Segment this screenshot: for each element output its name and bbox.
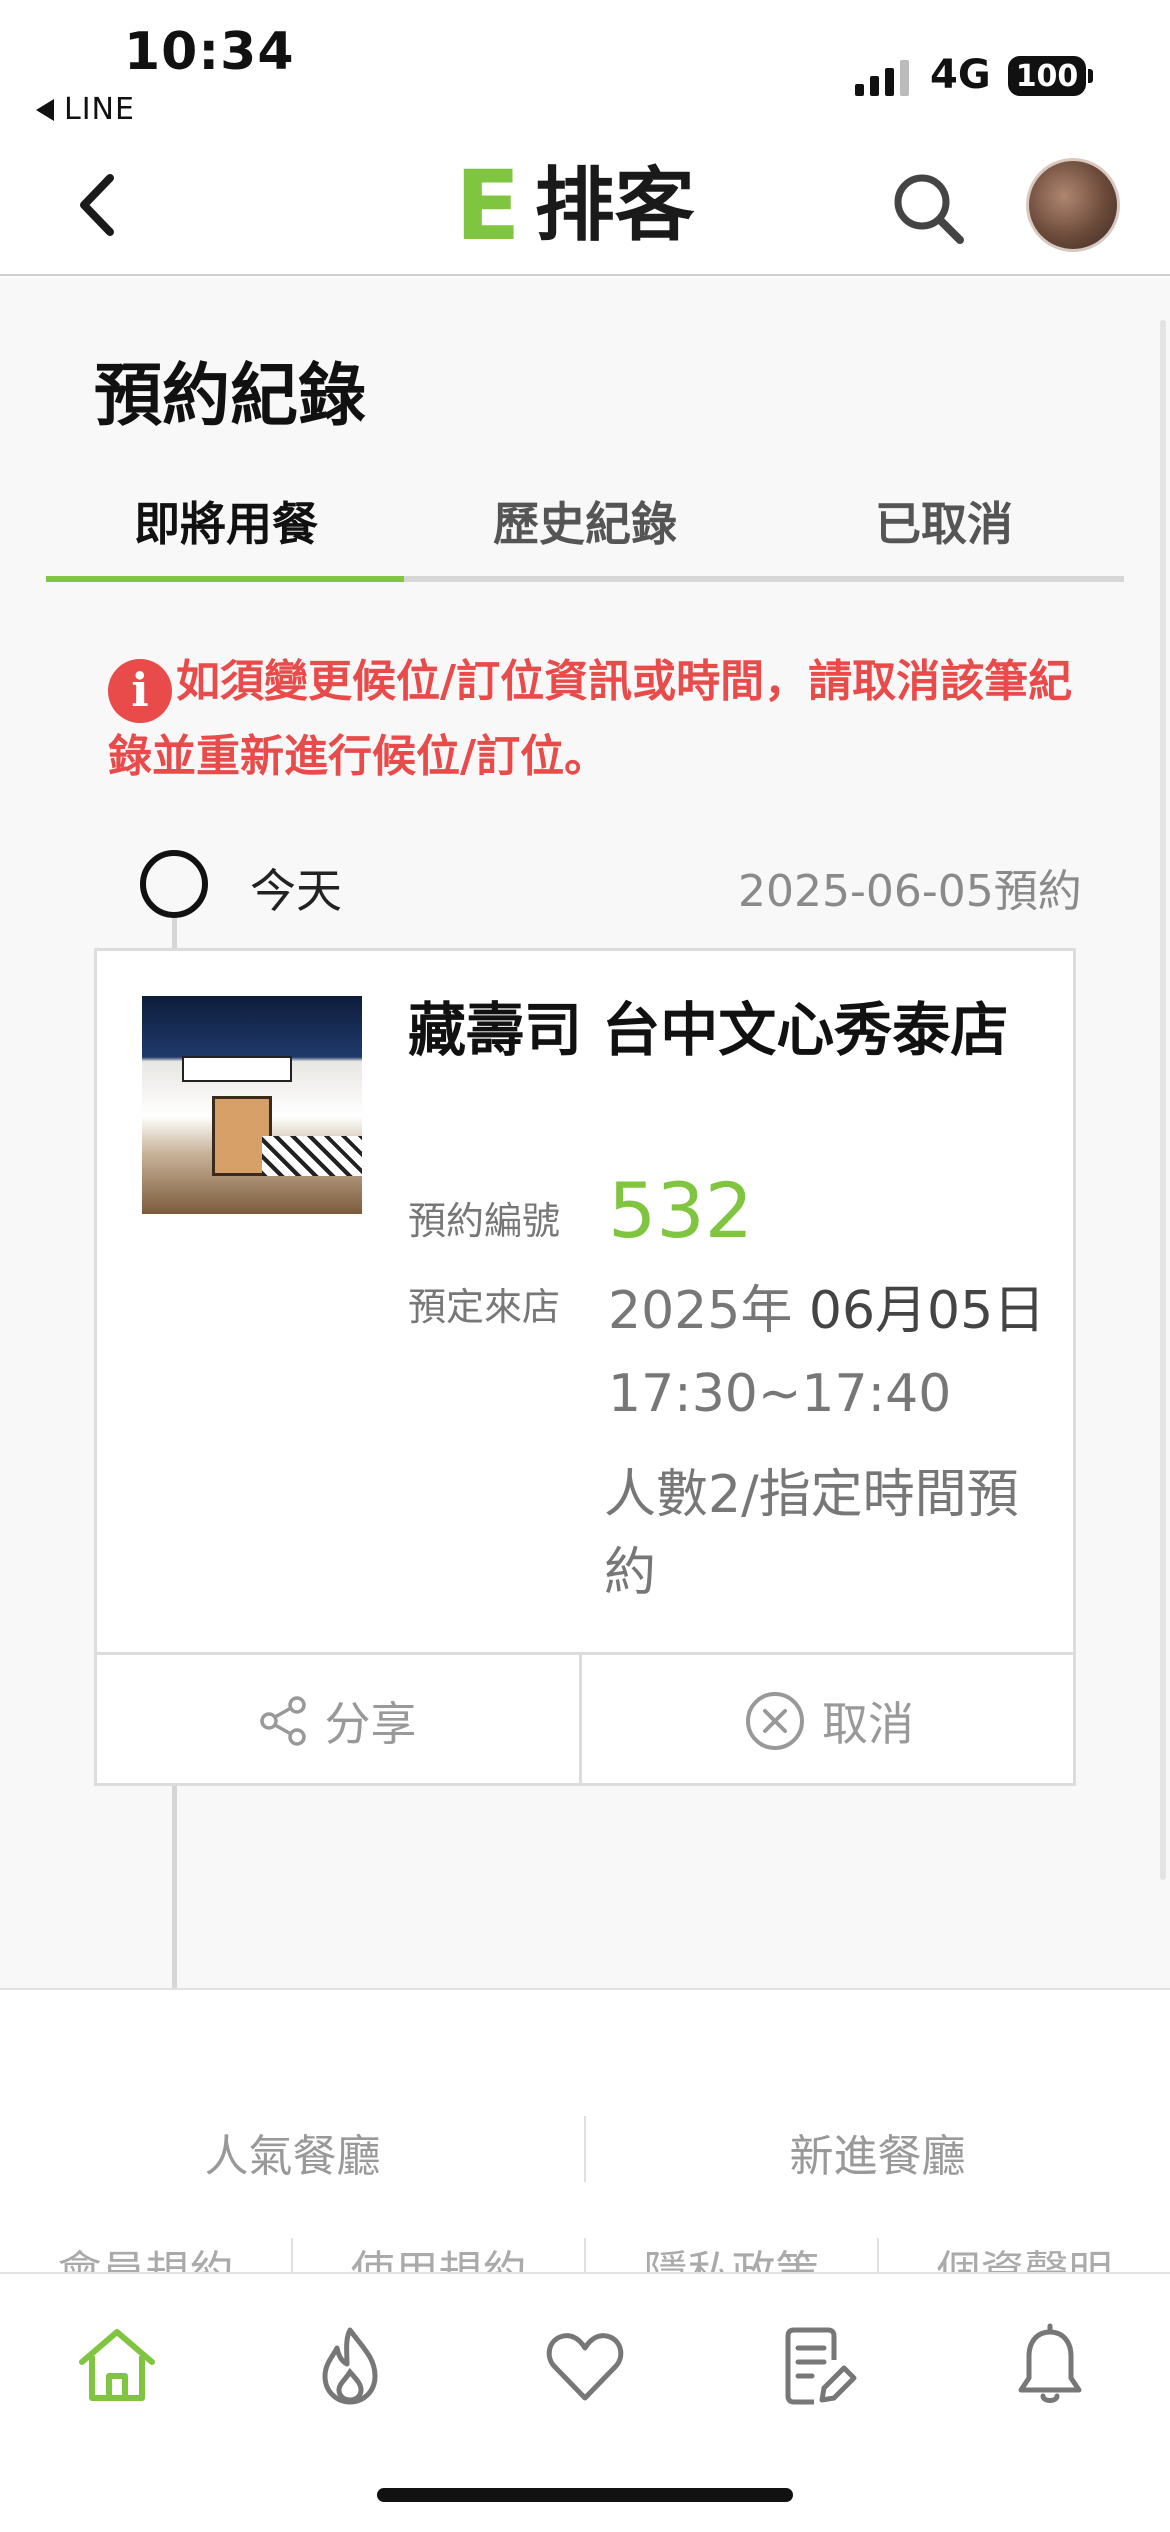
shop-fence xyxy=(262,1136,362,1176)
heart-icon xyxy=(546,2333,624,2401)
app-logo[interactable]: E 排客 xyxy=(455,158,695,254)
tab-history[interactable]: 歷史紀錄 xyxy=(405,488,765,554)
tab-active-indicator xyxy=(46,576,404,582)
bell-icon xyxy=(1018,2323,1082,2403)
footer-link-privacy[interactable]: 隱私政策 xyxy=(586,2238,879,2274)
shop-image xyxy=(142,996,362,1214)
search-icon xyxy=(894,174,964,244)
content-bottom-border xyxy=(0,1988,1170,1990)
party-info: 人數2/指定時間預約 xyxy=(604,1465,1019,1603)
timeline-day-label: 今天 xyxy=(250,864,342,918)
logo-letter: E xyxy=(455,150,521,262)
timeline-dot-icon xyxy=(140,850,208,918)
cancel-label: 取消 xyxy=(822,1696,914,1751)
reservation-number-label: 預約編號 xyxy=(408,1199,561,1243)
tab-cancelled[interactable]: 已取消 xyxy=(764,488,1124,554)
status-time: 10:34 xyxy=(124,22,295,82)
footer-links-row: 會員規約 使用規約 隱私政策 個資聲明 xyxy=(0,2238,1170,2274)
nav-home[interactable] xyxy=(72,2320,162,2410)
share-label: 分享 xyxy=(324,1696,417,1751)
tab-upcoming[interactable]: 即將用餐 xyxy=(46,488,406,554)
home-indicator[interactable] xyxy=(377,2488,793,2502)
nav-favorites[interactable] xyxy=(540,2320,630,2410)
arrival-label: 預定來店 xyxy=(408,1285,561,1329)
footer-link-usage-terms[interactable]: 使用規約 xyxy=(293,2238,586,2274)
cancel-circle-icon xyxy=(746,1691,804,1750)
network-type: 4G xyxy=(930,52,991,98)
nav-popular[interactable] xyxy=(305,2320,395,2410)
page-title: 預約紀錄 xyxy=(94,357,367,436)
signal-icon xyxy=(855,56,909,96)
info-icon: i xyxy=(108,658,172,723)
notice-message: i 如須變更候位/訂位資訊或時間，請取消該筆紀錄並重新進行候位/訂位。 xyxy=(108,648,1098,791)
search-button[interactable] xyxy=(888,168,968,248)
footer-link-data-statement[interactable]: 個資聲明 xyxy=(879,2238,1170,2274)
back-button[interactable] xyxy=(70,170,130,240)
nav-records[interactable] xyxy=(772,2320,862,2410)
reservation-number: 532 xyxy=(608,1166,754,1255)
scrollbar[interactable] xyxy=(1160,320,1166,1880)
home-icon xyxy=(79,2329,155,2401)
records-icon xyxy=(785,2327,857,2405)
cancel-button[interactable]: 取消 xyxy=(582,1655,1076,1786)
share-button[interactable]: 分享 xyxy=(94,1655,579,1786)
back-to-app[interactable]: LINE xyxy=(36,92,135,127)
nav-notifications[interactable] xyxy=(1005,2320,1095,2410)
arrival-time: 17:30~17:40 xyxy=(608,1364,952,1424)
arrival-date: 2025年 06月05日 xyxy=(608,1268,1045,1343)
shop-name[interactable]: 藏壽司 台中文心秀泰店 xyxy=(408,996,1048,1066)
back-app-label: LINE xyxy=(64,92,135,127)
battery-icon: 100 xyxy=(1008,56,1086,96)
battery-tip xyxy=(1088,69,1093,83)
footer-link-member-terms[interactable]: 會員規約 xyxy=(0,2238,293,2274)
reservation-date: 2025-06-05預約 xyxy=(738,866,1082,917)
back-triangle-icon xyxy=(36,98,54,121)
avatar[interactable] xyxy=(1026,158,1120,252)
flame-icon xyxy=(322,2327,378,2405)
chevron-left-icon xyxy=(80,174,114,236)
footer-link-new[interactable]: 新進餐廳 xyxy=(585,2120,1170,2184)
logo-text: 排客 xyxy=(534,159,695,252)
arrival-year: 2025年 xyxy=(608,1281,793,1341)
notice-text: 如須變更候位/訂位資訊或時間，請取消該筆紀錄並重新進行候位/訂位。 xyxy=(108,656,1073,782)
shop-sign xyxy=(182,1056,292,1082)
footer-link-popular[interactable]: 人氣餐廳 xyxy=(0,2120,585,2184)
arrival-month-day: 06月05日 xyxy=(808,1281,1046,1341)
share-icon xyxy=(259,1695,306,1746)
